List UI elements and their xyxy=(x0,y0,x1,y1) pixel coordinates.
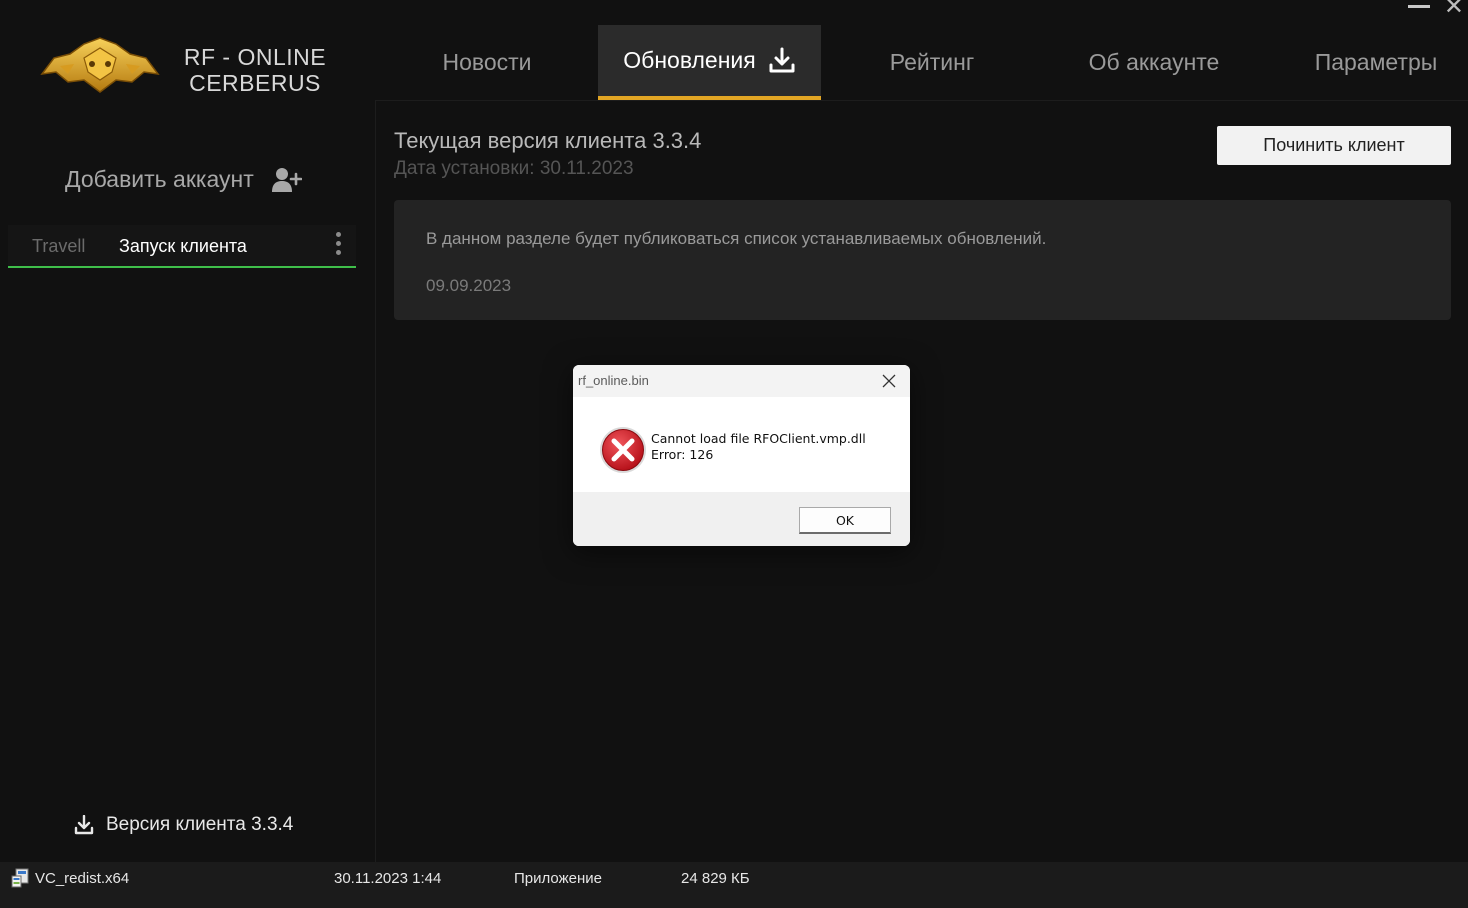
minimize-button[interactable] xyxy=(1408,5,1430,8)
tab-updates[interactable]: Обновления xyxy=(598,25,821,100)
error-message: Cannot load file RFOClient.vmp.dll Error… xyxy=(651,431,866,463)
tab-news[interactable]: Новости xyxy=(376,25,598,100)
logo-line-1: RF - ONLINE xyxy=(183,44,327,70)
file-name: VC_redist.x64 xyxy=(35,870,130,887)
dialog-body: Cannot load file RFOClient.vmp.dll Error… xyxy=(573,397,910,492)
file-date: 30.11.2023 1:44 xyxy=(334,870,442,887)
error-message-line-1: Cannot load file RFOClient.vmp.dll xyxy=(651,431,866,446)
tab-account-label: Об аккаунте xyxy=(1088,49,1220,75)
current-version-title: Текущая версия клиента 3.3.4 xyxy=(394,128,702,153)
close-window-button[interactable]: ✕ xyxy=(1444,0,1464,19)
tab-updates-label: Обновления xyxy=(623,47,756,73)
update-news-card: В данном разделе будет публиковаться спи… xyxy=(394,200,1451,320)
download-icon xyxy=(769,47,795,72)
install-date: Дата установки: 30.11.2023 xyxy=(394,158,634,179)
repair-client-button[interactable]: Починить клиент xyxy=(1217,126,1451,165)
dialog-footer: OK xyxy=(573,492,910,546)
tab-rating-label: Рейтинг xyxy=(889,49,975,75)
tab-settings-label: Параметры xyxy=(1314,49,1438,75)
tab-news-label: Новости xyxy=(442,49,532,75)
client-version: Версия клиента 3.3.4 xyxy=(74,814,293,836)
installer-file-icon xyxy=(11,868,29,888)
update-news-text: В данном разделе будет публиковаться спи… xyxy=(426,229,1047,248)
dialog-title: rf_online.bin xyxy=(578,373,649,388)
add-account-label: Добавить аккаунт xyxy=(65,166,254,192)
add-user-icon xyxy=(271,167,302,192)
ok-button[interactable]: OK xyxy=(799,507,891,534)
dragon-logo-icon xyxy=(40,37,160,93)
content-divider xyxy=(376,100,1468,101)
sidebar-divider xyxy=(375,100,376,862)
client-version-label: Версия клиента 3.3.4 xyxy=(106,814,294,835)
logo-line-2: CERBERUS xyxy=(189,70,321,96)
kebab-menu-icon[interactable] xyxy=(336,232,342,260)
file-list-row[interactable]: VC_redist.x64 30.11.2023 1:44 Приложение… xyxy=(0,862,1468,908)
close-icon[interactable] xyxy=(878,370,900,392)
file-size: 24 829 КБ xyxy=(681,870,750,887)
tab-rating[interactable]: Рейтинг xyxy=(821,25,1043,100)
logo-text: RF - ONLINE CERBERUS xyxy=(181,44,329,96)
launcher-window: ✕ RF - ONLINE CERBERUS Новости Обновлени… xyxy=(0,0,1468,862)
update-news-date: 09.09.2023 xyxy=(426,276,512,295)
account-row[interactable]: Travell Запуск клиента xyxy=(8,225,356,268)
error-code: Error: 126 xyxy=(651,447,714,462)
dialog-titlebar: rf_online.bin xyxy=(573,365,910,397)
top-tabs: Новости Обновления Рейтинг Об аккаунте П… xyxy=(376,25,1468,100)
launch-client-button[interactable]: Запуск клиента xyxy=(119,236,247,257)
download-icon xyxy=(74,815,94,835)
account-name: Travell xyxy=(32,236,86,256)
file-type: Приложение xyxy=(514,870,602,887)
error-icon xyxy=(600,427,646,473)
tab-settings[interactable]: Параметры xyxy=(1265,25,1468,100)
add-account-button[interactable]: Добавить аккаунт xyxy=(65,166,302,193)
error-dialog: rf_online.bin Cannot load file RFOClient… xyxy=(573,365,910,546)
tab-account[interactable]: Об аккаунте xyxy=(1043,25,1265,100)
